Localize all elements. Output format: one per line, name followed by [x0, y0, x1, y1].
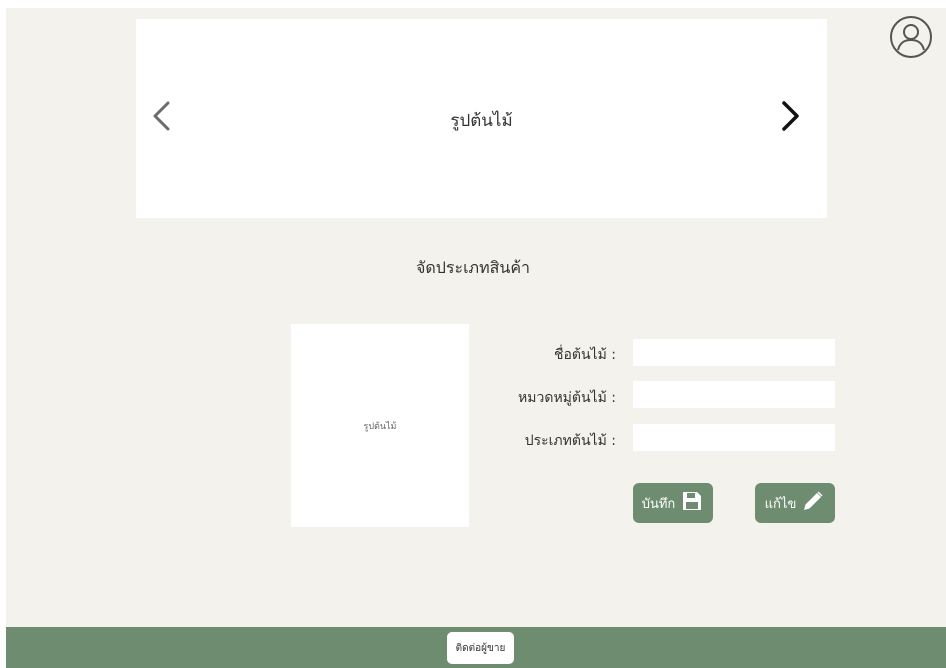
user-profile-icon[interactable]	[889, 15, 933, 63]
product-image-placeholder[interactable]: รูปต้นไม้	[291, 324, 469, 527]
chevron-right-icon[interactable]	[780, 100, 802, 136]
tree-name-input[interactable]	[633, 339, 835, 366]
carousel-title: รูปต้นไม้	[450, 111, 513, 131]
edit-button[interactable]: แก้ไข	[755, 483, 835, 523]
save-button[interactable]: บันทึก	[633, 483, 713, 523]
tree-category-label: หมวดหมู่ต้นไม้ :	[518, 390, 616, 406]
contact-seller-button[interactable]: ติดต่อผู้ขาย	[447, 632, 514, 664]
edit-button-label: แก้ไข	[764, 496, 797, 512]
tree-type-label: ประเภทต้นไม้ :	[524, 433, 616, 449]
chevron-left-icon[interactable]	[150, 100, 172, 136]
pencil-icon	[801, 489, 825, 517]
tree-type-input[interactable]	[633, 424, 835, 451]
tree-name-label: ชื่อต้นไม้ :	[553, 347, 616, 363]
floppy-disk-icon	[680, 489, 704, 517]
tree-category-input[interactable]	[633, 381, 835, 408]
image-carousel: รูปต้นไม้	[136, 19, 827, 218]
section-title: จัดประเภทสินค้า	[415, 258, 531, 277]
image-placeholder-text: รูปต้นไม้	[363, 421, 397, 432]
save-button-label: บันทึก	[641, 496, 676, 512]
